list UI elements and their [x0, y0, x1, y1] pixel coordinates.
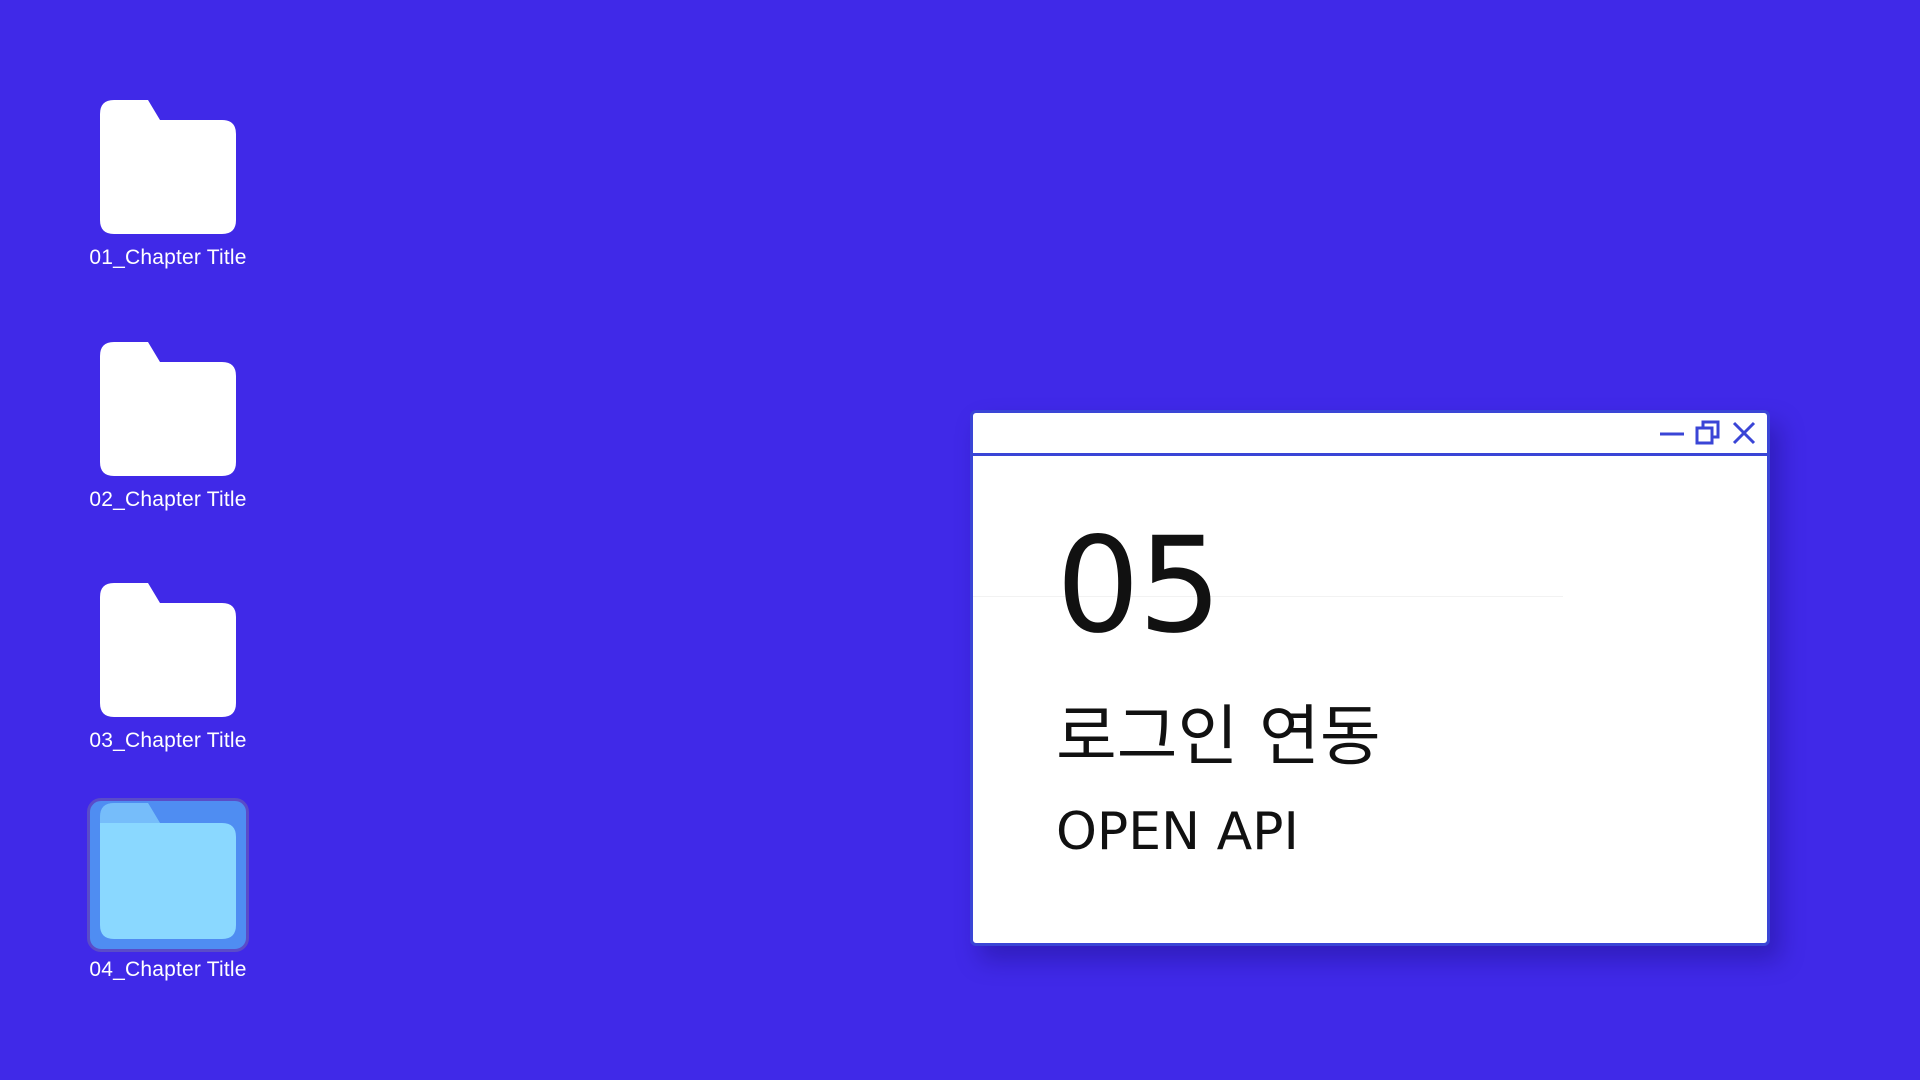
window-titlebar[interactable] [973, 413, 1767, 456]
folder-icon-container [87, 322, 249, 476]
folder-icon [100, 100, 236, 234]
maximize-button[interactable] [1693, 419, 1723, 447]
restore-icon [1695, 420, 1720, 445]
selection-highlight [87, 798, 249, 952]
chapter-number: 05 [1056, 509, 1222, 663]
close-button[interactable] [1729, 419, 1759, 447]
minimize-button[interactable] [1657, 419, 1687, 447]
folder-icon [100, 803, 236, 939]
chapter-subtitle: OPEN API [1056, 802, 1299, 862]
window-content: 05 로그인 연동 OPEN API [973, 456, 1767, 943]
folder-label: 02_Chapter Title [89, 488, 247, 511]
desktop-folder-03[interactable]: 03_Chapter Title [73, 563, 263, 753]
desktop-folder-04[interactable]: 04_Chapter Title [73, 798, 263, 982]
chapter-window: 05 로그인 연동 OPEN API [970, 410, 1770, 946]
folder-icon [100, 583, 236, 717]
minimize-icon [1660, 432, 1684, 436]
chapter-title: 로그인 연동 [1056, 698, 1381, 775]
folder-icon-container [87, 563, 249, 717]
desktop-folder-01[interactable]: 01_Chapter Title [73, 80, 263, 270]
folder-icon [100, 342, 236, 476]
folder-label: 04_Chapter Title [89, 958, 247, 981]
folder-icon-container [87, 80, 249, 234]
desktop-folder-02[interactable]: 02_Chapter Title [73, 322, 263, 512]
close-icon [1732, 421, 1756, 445]
folder-label: 01_Chapter Title [89, 246, 247, 269]
folder-label: 03_Chapter Title [89, 729, 247, 752]
